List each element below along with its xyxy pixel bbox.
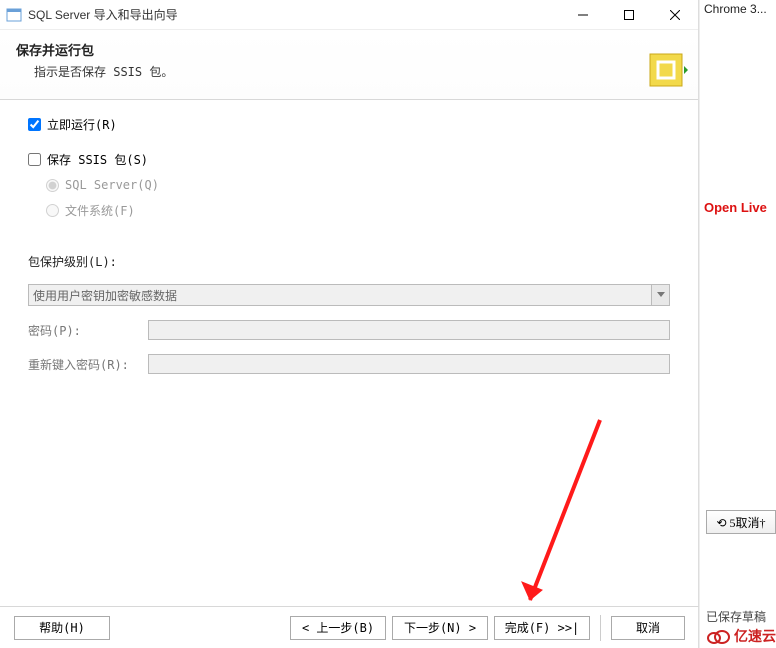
open-live-link[interactable]: Open Live [704, 200, 767, 215]
wizard-body: 立即运行(R) 保存 SSIS 包(S) SQL Server(Q) 文件系统(… [0, 100, 698, 374]
wizard-footer: 帮助(H) < 上一步(B) 下一步(N) > 完成(F) >>| 取消 [0, 606, 699, 648]
retype-password-input [148, 354, 670, 374]
page-title: 保存并运行包 [16, 40, 682, 59]
save-ssis-checkbox-row[interactable]: 保存 SSIS 包(S) [28, 151, 670, 168]
back-button[interactable]: < 上一步(B) [290, 616, 386, 640]
password-row: 密码(P): [28, 320, 670, 340]
run-now-checkbox-row[interactable]: 立即运行(R) [28, 116, 670, 133]
page-subtitle: 指示是否保存 SSIS 包。 [34, 63, 682, 80]
undo-button[interactable]: ⟲ 5取消† [706, 510, 776, 534]
saved-draft-text: 已保存草稿 [706, 608, 766, 625]
next-button[interactable]: 下一步(N) > [392, 616, 488, 640]
filesystem-radio-row: 文件系统(F) [46, 202, 670, 219]
retype-password-label: 重新键入密码(R): [28, 356, 148, 373]
password-input [148, 320, 670, 340]
finish-button[interactable]: 完成(F) >>| [494, 616, 590, 640]
run-now-checkbox[interactable] [28, 118, 41, 131]
maximize-button[interactable] [606, 0, 652, 30]
run-now-label: 立即运行(R) [47, 116, 117, 133]
app-icon [6, 7, 22, 23]
sqlserver-radio-label: SQL Server(Q) [65, 178, 159, 192]
save-ssis-checkbox[interactable] [28, 153, 41, 166]
titlebar: SQL Server 导入和导出向导 [0, 0, 698, 30]
protection-value: 使用用户密钥加密敏感数据 [33, 287, 177, 304]
sqlserver-radio-row: SQL Server(Q) [46, 178, 670, 192]
password-label: 密码(P): [28, 322, 148, 339]
save-ssis-label: 保存 SSIS 包(S) [47, 151, 148, 168]
logo-text: 亿速云 [734, 626, 776, 646]
filesystem-radio [46, 204, 59, 217]
chrome-tab[interactable]: Chrome 3... [700, 0, 776, 18]
protection-dropdown-row: 使用用户密钥加密敏感数据 [28, 284, 670, 306]
package-icon [644, 48, 688, 92]
protection-row: 包保护级别(L): [28, 253, 670, 270]
protection-label: 包保护级别(L): [28, 253, 143, 270]
minimize-button[interactable] [560, 0, 606, 30]
window-title: SQL Server 导入和导出向导 [28, 6, 560, 23]
chevron-down-icon [651, 285, 669, 305]
help-button[interactable]: 帮助(H) [14, 616, 110, 640]
close-button[interactable] [652, 0, 698, 30]
cancel-button[interactable]: 取消 [611, 616, 685, 640]
wizard-window: SQL Server 导入和导出向导 保存并运行包 指示是否保存 SSIS 包。 [0, 0, 699, 648]
window-controls [560, 0, 698, 30]
cloud-icon [706, 628, 730, 644]
sqlserver-radio [46, 179, 59, 192]
retype-password-row: 重新键入密码(R): [28, 354, 670, 374]
background-page: Chrome 3... Open Live ⟲ 5取消† 已保存草稿 亿速云 [699, 0, 776, 648]
filesystem-radio-label: 文件系统(F) [65, 202, 135, 219]
protection-dropdown: 使用用户密钥加密敏感数据 [28, 284, 670, 306]
site-logo[interactable]: 亿速云 [706, 626, 776, 646]
wizard-header: 保存并运行包 指示是否保存 SSIS 包。 [0, 30, 698, 100]
separator [600, 615, 601, 641]
